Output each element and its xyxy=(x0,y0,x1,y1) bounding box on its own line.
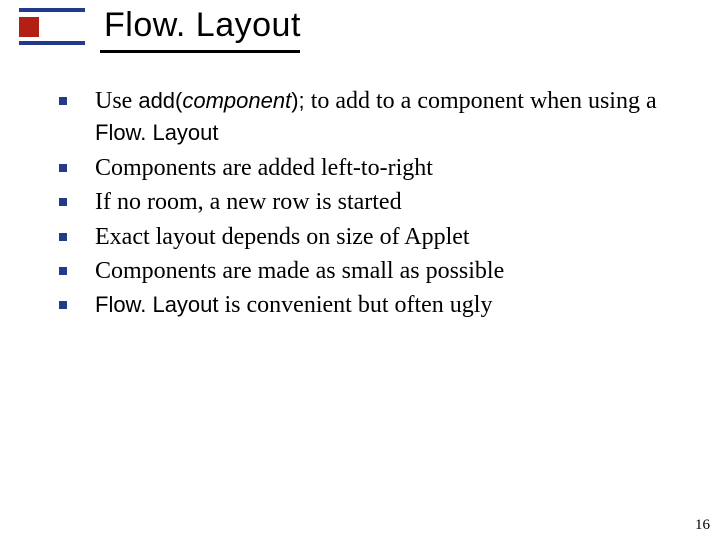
title-ornament xyxy=(19,8,85,44)
bullet-icon xyxy=(59,301,67,309)
code-fragment: add( xyxy=(138,88,182,113)
bullet-item: Use add(component); to add to a componen… xyxy=(55,85,675,150)
class-name: Flow. Layout xyxy=(95,292,219,317)
ornament-bar-top xyxy=(19,8,85,12)
bullet-item: If no room, a new row is started xyxy=(55,186,675,218)
bullet-icon xyxy=(59,198,67,206)
bullet-text: If no room, a new row is started xyxy=(95,189,402,215)
page-number: 16 xyxy=(695,517,710,534)
bullet-text: Use xyxy=(95,88,138,114)
bullet-text: Components are added left-to-right xyxy=(95,155,433,181)
bullet-text: Exact layout depends on size of Applet xyxy=(95,224,470,250)
ornament-red-square xyxy=(19,17,39,37)
code-fragment: ); xyxy=(291,88,304,113)
bullet-icon xyxy=(59,97,67,105)
bullet-list: Use add(component); to add to a componen… xyxy=(55,85,675,324)
bullet-item: Components are made as small as possible xyxy=(55,255,675,287)
code-param: component xyxy=(182,88,291,113)
bullet-text: to add to a component when using a xyxy=(305,88,657,114)
ornament-bar-bottom xyxy=(19,41,85,45)
bullet-icon xyxy=(59,233,67,241)
bullet-item: Components are added left-to-right xyxy=(55,152,675,184)
title-underline xyxy=(100,50,300,53)
bullet-item: Flow. Layout is convenient but often ugl… xyxy=(55,289,675,321)
class-name: Flow. Layout xyxy=(95,120,219,145)
bullet-icon xyxy=(59,267,67,275)
bullet-text: is convenient but often ugly xyxy=(219,292,493,318)
bullet-item: Exact layout depends on size of Applet xyxy=(55,221,675,253)
slide-title: Flow. Layout xyxy=(104,6,301,45)
bullet-text: Components are made as small as possible xyxy=(95,258,504,284)
bullet-icon xyxy=(59,164,67,172)
